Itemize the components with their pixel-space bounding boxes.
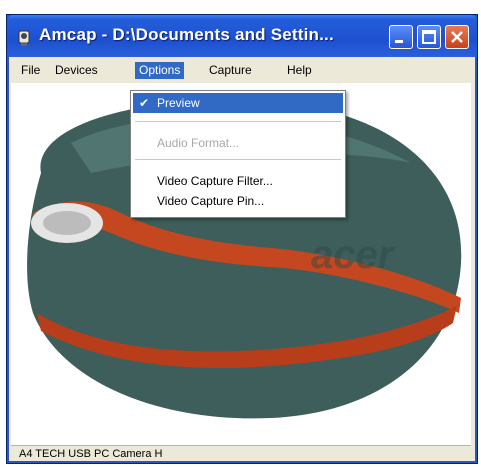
menu-item-preview[interactable]: ✔ Preview <box>133 93 343 113</box>
maximize-icon <box>422 30 436 44</box>
close-icon <box>451 31 463 43</box>
menu-bar: File Devices Options Capture Help <box>11 59 473 81</box>
title-bar[interactable]: Amcap - D:\Documents and Settin... <box>7 15 477 57</box>
menu-options[interactable]: Options <box>135 62 185 79</box>
camera-app-icon <box>18 30 30 46</box>
menu-separator <box>135 159 341 160</box>
svg-text:acer: acer <box>311 233 396 277</box>
menu-item-video-capture-filter-label: Video Capture Filter... <box>157 174 273 188</box>
maximize-button[interactable] <box>417 25 441 49</box>
menu-file[interactable]: File <box>17 62 44 79</box>
checkmark-icon: ✔ <box>139 96 150 110</box>
minimize-button[interactable] <box>389 25 413 49</box>
menu-devices[interactable]: Devices <box>51 62 102 79</box>
options-dropdown-menu: ✔ Preview Audio Format... Video Capture … <box>130 90 346 218</box>
menu-item-video-capture-pin-label: Video Capture Pin... <box>157 194 265 208</box>
window-title: Amcap - D:\Documents and Settin... <box>39 25 334 44</box>
minimize-icon <box>395 40 403 43</box>
menu-item-preview-label: Preview <box>157 96 200 110</box>
menu-item-audio-format: Audio Format... <box>133 133 343 153</box>
menu-item-video-capture-filter[interactable]: Video Capture Filter... <box>133 171 343 191</box>
status-text: A4 TECH USB PC Camera H <box>19 448 163 460</box>
menu-help[interactable]: Help <box>283 62 316 79</box>
menu-item-video-capture-pin[interactable]: Video Capture Pin... <box>133 191 343 211</box>
close-button[interactable] <box>445 25 469 49</box>
amcap-window: Amcap - D:\Documents and Settin... File … <box>6 14 478 464</box>
status-bar: A4 TECH USB PC Camera H <box>11 445 471 461</box>
menu-separator <box>135 121 341 122</box>
menu-capture[interactable]: Capture <box>205 62 256 79</box>
menu-item-audio-format-label: Audio Format... <box>157 136 240 150</box>
